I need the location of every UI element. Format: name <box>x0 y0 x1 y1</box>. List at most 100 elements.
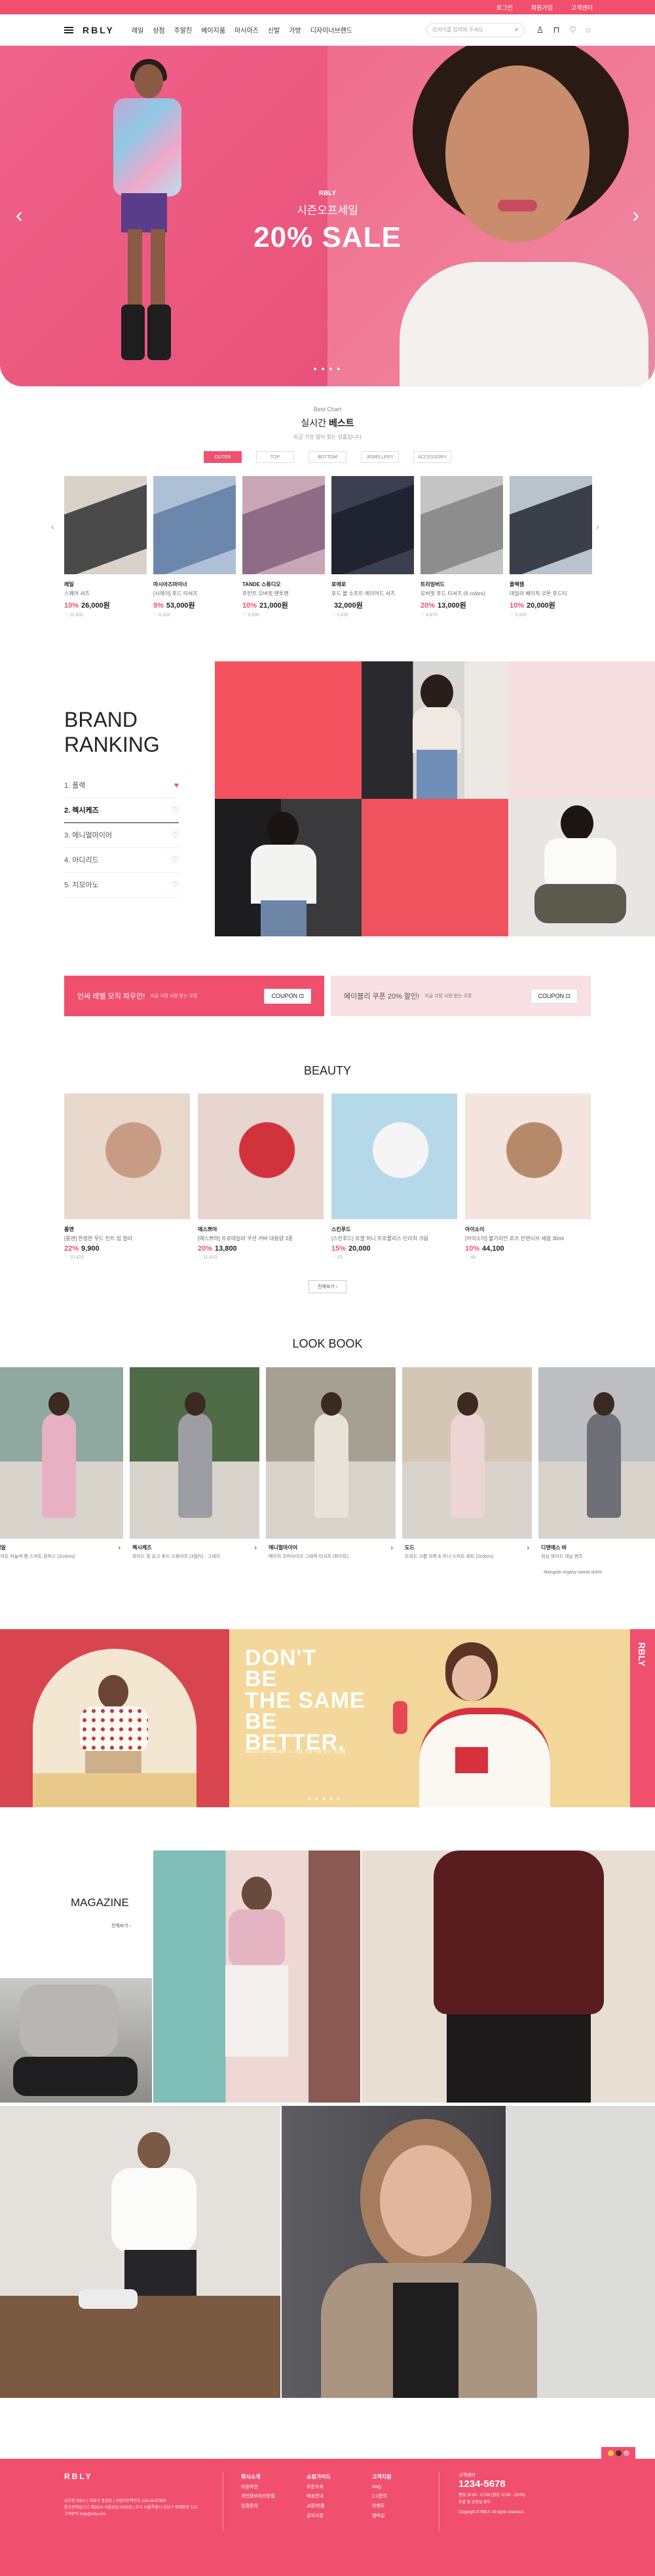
coupon-banner[interactable]: 에이블리 쿠폰 20% 할인! 지금 가장 사랑 받는 쿠폰 COUPON ⊡ <box>331 976 591 1016</box>
nav-item[interactable]: 상점 <box>153 25 164 35</box>
best-next-icon[interactable]: › <box>596 521 599 532</box>
beauty-image[interactable] <box>64 1094 190 1219</box>
ranking-item[interactable]: 5. 지모아노 ♡ <box>64 873 179 898</box>
lookbook-image[interactable] <box>402 1367 532 1539</box>
footer-link[interactable]: 교환/반품 <box>307 2502 331 2512</box>
menu-icon[interactable] <box>64 26 73 33</box>
magazine-image[interactable] <box>282 2106 655 2398</box>
magazine-image[interactable] <box>153 1850 360 2103</box>
best-prev-icon[interactable]: ‹ <box>51 521 54 532</box>
magazine-more-link[interactable]: 전체보기 › <box>111 1923 131 1929</box>
footer-link[interactable]: FAQ <box>372 2483 391 2493</box>
product-likes[interactable]: ♡ 2,430 <box>331 612 414 617</box>
beauty-card[interactable]: 스킨푸드 [스킨푸드] 로열 허니 프로폴리스 인리치 크림 15% 20,000 ♡ … <box>331 1094 457 1260</box>
tab-outer[interactable]: OUTER <box>204 451 242 463</box>
heart-icon[interactable]: ♡ <box>172 830 179 839</box>
product-card[interactable]: 트리밍버드 오버핏 후드 티셔츠 (6 colors) 20% 13,000원 ♡ 4,… <box>421 476 503 617</box>
app-icon[interactable] <box>607 2450 614 2456</box>
ranking-image[interactable] <box>508 799 655 936</box>
footer-link[interactable]: 공지사항 <box>307 2512 331 2522</box>
lookbook-image[interactable] <box>0 1367 123 1539</box>
ranking-image[interactable] <box>362 661 508 799</box>
product-image[interactable] <box>331 476 414 574</box>
product-image[interactable] <box>510 476 592 574</box>
login-link[interactable]: 로그인 <box>496 3 513 12</box>
tab-top[interactable]: TOP <box>256 451 294 463</box>
product-card[interactable]: 플랙잼 데일리 베이직 코튼 후드티 10% 20,000원 ♡ 5,320 <box>510 476 592 617</box>
coupon-button[interactable]: COUPON ⊡ <box>531 988 578 1004</box>
heart-icon[interactable]: ♡ <box>172 855 179 864</box>
magazine-image[interactable] <box>362 1850 655 2103</box>
product-likes[interactable]: ♡ 5,690 <box>242 612 325 617</box>
nav-item[interactable]: 마시아즈 <box>234 25 259 35</box>
heart-icon[interactable]: ♡ <box>172 880 179 889</box>
footer-link[interactable]: 개인정보처리방침 <box>241 2492 275 2502</box>
cart-icon[interactable]: ⊓ <box>553 25 559 35</box>
beauty-image[interactable] <box>198 1094 324 1219</box>
heart-filled-icon[interactable]: ♥ <box>174 781 179 790</box>
beauty-likes[interactable]: ♡ 11,413 <box>198 1255 324 1260</box>
app-icon[interactable] <box>615 2450 622 2456</box>
footer-link[interactable]: 1:1문의 <box>372 2492 391 2502</box>
tab-accessory[interactable]: ACCESSORY <box>413 451 451 463</box>
nav-item[interactable]: 신발 <box>268 25 280 35</box>
lookbook-image[interactable] <box>538 1367 655 1539</box>
lookbook-card[interactable]: 렉시케즈 와이드 핏 로고 후드 스웻셔츠 (3컬러) - 그레이 › <box>130 1367 259 1560</box>
footer-link[interactable]: 이용약관 <box>241 2483 275 2493</box>
beauty-likes[interactable]: ♡ 13 <box>331 1255 457 1260</box>
product-image[interactable] <box>153 476 236 574</box>
chevron-right-icon[interactable]: › <box>254 1544 257 1552</box>
hero-banner[interactable]: RBLY 시즌오프세일 20% SALE ‹ › ● ● ● ● <box>0 46 655 386</box>
hero-pagination[interactable]: ● ● ● ● <box>0 365 655 372</box>
chevron-right-icon[interactable]: › <box>118 1544 121 1552</box>
lookbook-card[interactable]: 에니멀마이어 베이직 오버사이즈 그래픽 티셔츠 (화이트) › <box>266 1367 396 1560</box>
cs-link[interactable]: 고객센터 <box>571 3 593 12</box>
coupon-banner[interactable]: 인싸 레벨 모직 파우만! 지금 가장 사랑 받는 쿠폰 COUPON ⊡ <box>64 976 324 1016</box>
heart-icon[interactable]: ♡ <box>172 805 179 815</box>
promo-pagination[interactable]: ● ● ● ● ● <box>308 1795 341 1801</box>
ranking-item[interactable]: 2. 렉시케즈 ♡ <box>64 798 179 823</box>
beauty-likes[interactable]: ♡ 10,420 <box>64 1255 190 1260</box>
product-likes[interactable]: ♡ 5,320 <box>510 612 592 617</box>
search-input[interactable]: 검색어를 입력해 주세요 ⌕ <box>426 22 525 37</box>
app-icon[interactable] <box>623 2450 629 2456</box>
site-logo[interactable]: RBLY <box>83 25 115 35</box>
product-likes[interactable]: ♡ 4,870 <box>421 612 503 617</box>
beauty-card[interactable]: 롬앤 [롬앤] 한정판 무드 틴트 립 컬러 22% 9,900 ♡ 10,420 <box>64 1094 190 1260</box>
nav-item[interactable]: 레일 <box>132 25 143 35</box>
heart-icon[interactable]: ♡ <box>569 25 577 35</box>
hero-prev-icon[interactable]: ‹ <box>16 203 23 227</box>
tab-jewellery[interactable]: JEWELLERY <box>361 451 399 463</box>
beauty-card[interactable]: 아이소이 [아이소이] 불가리안 로즈 인텐시브 세럼 30ml 10% 44,100… <box>465 1094 591 1260</box>
join-link[interactable]: 회원가입 <box>531 3 553 12</box>
footer-link[interactable]: 배송안내 <box>307 2492 331 2502</box>
lookbook-card[interactable]: 디앤에스 바워싱 와이드 데님 팬츠› <box>538 1367 655 1560</box>
ranking-item[interactable]: 1. 플랙 ♥ <box>64 773 179 798</box>
beauty-more-button[interactable]: 전체보기 › <box>309 1280 346 1293</box>
product-card[interactable]: 로에로 후드 볼 소프트 레이어드 셔츠 32,000원 ♡ 2,430 <box>331 476 414 617</box>
tab-bottom[interactable]: BOTTOM <box>309 451 346 463</box>
magazine-image[interactable] <box>0 1978 152 2103</box>
footer-link[interactable]: 멤버십 <box>372 2512 391 2522</box>
promo-side-tab[interactable]: RBLY <box>630 1629 655 1807</box>
beauty-card[interactable]: 에스쁘아 [에스쁘아] 프로테일러 쿠션 커버 대용량 3종 20% 13,800 ♡ … <box>198 1094 324 1260</box>
promo-banner[interactable]: DON'T BE THE SAME BE BETTER. Season off … <box>0 1629 655 1807</box>
ranking-item[interactable]: 3. 에니멀마이어 ♡ <box>64 823 179 848</box>
lookbook-card[interactable]: 도드 트위드 크롭 자켓 & 미니 스커트 세트 (2colors) › <box>402 1367 532 1560</box>
nav-item[interactable]: 주말진 <box>174 25 193 35</box>
nav-item[interactable]: 디자이너브랜드 <box>310 25 352 35</box>
magazine-image[interactable] <box>0 2106 280 2398</box>
coupon-button[interactable]: COUPON ⊡ <box>264 988 311 1004</box>
beauty-image[interactable] <box>465 1094 591 1219</box>
product-card[interactable]: 마시아즈마이너 [시레이] 후드 티셔츠 9% 53,000원 ♡ 6,320 <box>153 476 236 617</box>
app-badge-strip[interactable] <box>601 2447 635 2459</box>
product-card[interactable]: TANDE 스튜디오 프린트 오버핏 맨투맨 10% 21,000원 ♡ 5,690 <box>242 476 325 617</box>
ranking-image[interactable] <box>215 799 362 936</box>
product-image[interactable] <box>242 476 325 574</box>
search-icon[interactable]: ⌕ <box>515 26 519 34</box>
product-image[interactable] <box>421 476 503 574</box>
chevron-right-icon[interactable]: › <box>527 1544 529 1552</box>
chevron-right-icon[interactable]: › <box>390 1544 393 1552</box>
chat-icon[interactable]: ◌ <box>586 25 591 35</box>
nav-item[interactable]: 가방 <box>289 25 301 35</box>
